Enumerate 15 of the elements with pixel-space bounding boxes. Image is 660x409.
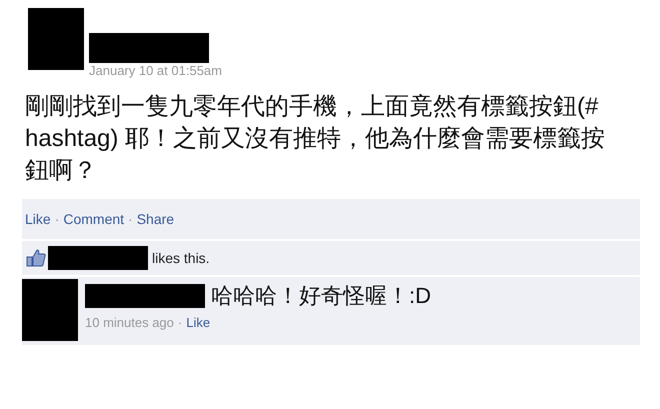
separator-dot: ·: [54, 210, 60, 228]
comment-time: 10 minutes ago: [85, 314, 174, 332]
avatar: [28, 8, 84, 70]
post-text: 剛剛找到一隻九零年代的手機，上面竟然有標籤按鈕(# hashtag) 耶！之前又沒有推特，他為什麼會需要標籤按鈕啊？: [25, 92, 606, 186]
separator-dot: ·: [128, 210, 133, 228]
thumbs-up-icon: [26, 249, 46, 267]
like-link[interactable]: Like: [186, 313, 210, 332]
post-timestamp: January 10 at 01:55am: [89, 63, 222, 79]
avatar: [22, 279, 78, 341]
action-link[interactable]: Share: [136, 208, 174, 230]
action-link[interactable]: Like: [25, 208, 51, 230]
comment-text: 哈哈哈！好奇怪喔！:D: [211, 283, 431, 309]
likes-text: likes this.: [152, 248, 210, 268]
action-link[interactable]: Comment: [63, 208, 124, 230]
separator-dot: ·: [178, 314, 182, 332]
